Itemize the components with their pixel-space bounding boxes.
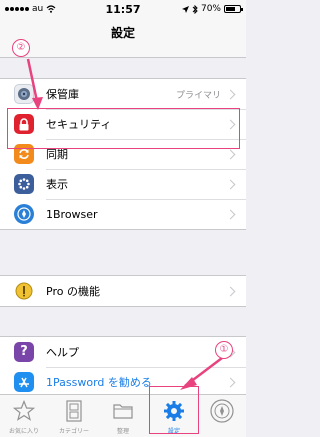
annotation-arrow-2 [26, 58, 223, 390]
annotation-badge-1: ① [215, 341, 233, 359]
annotation-badge-2: ② [12, 39, 30, 57]
